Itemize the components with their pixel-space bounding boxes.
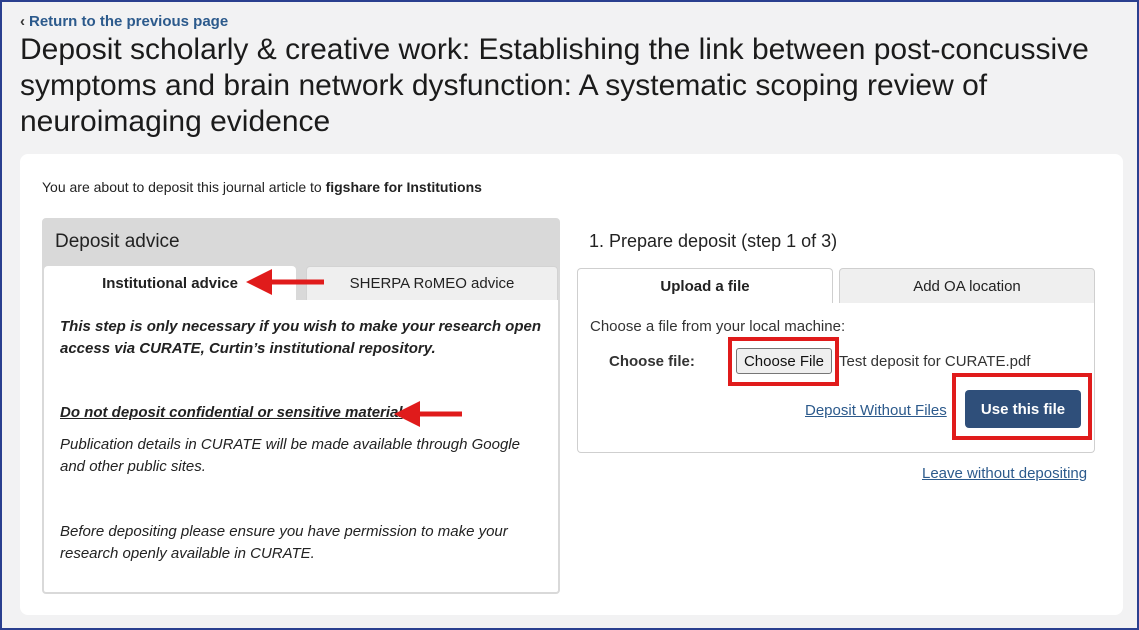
advice-paragraph-public: Publication details in CURATE will be ma… (60, 436, 520, 475)
advice-heading: Deposit advice (44, 220, 558, 268)
intro-prefix: You are about to deposit this journal ar… (42, 179, 326, 195)
page-title: Deposit scholarly & creative work: Estab… (20, 33, 1089, 138)
advice-paragraph-open-access: This step is only necessary if you wish … (60, 318, 542, 357)
highlight-choose-file (728, 337, 839, 386)
intro-text: You are about to deposit this journal ar… (42, 179, 482, 195)
selected-file-name: Test deposit for CURATE.pdf (839, 353, 1031, 370)
tab-add-oa-location[interactable]: Add OA location (839, 268, 1095, 304)
arrow-left-icon (246, 269, 324, 295)
leave-without-depositing-link[interactable]: Leave without depositing (922, 465, 1087, 482)
chevron-left-icon: ‹ (20, 13, 25, 30)
prepare-deposit-title: 1. Prepare deposit (step 1 of 3) (589, 231, 838, 251)
back-link[interactable]: ‹ Return to the previous page (20, 13, 228, 30)
intro-target: figshare for Institutions (325, 179, 482, 195)
advice-paragraph-confidential: Do not deposit confidential or sensitive… (60, 404, 403, 421)
deposit-without-files-link[interactable]: Deposit Without Files (805, 402, 947, 419)
tab-upload-a-file[interactable]: Upload a file (577, 268, 833, 304)
back-link-label: Return to the previous page (29, 13, 229, 30)
upload-instruction: Choose a file from your local machine: (590, 318, 846, 335)
tab-sherpa-romeo-advice[interactable]: SHERPA RoMEO advice (306, 266, 558, 300)
arrow-left-icon (394, 401, 462, 427)
advice-paragraph-permission: Before depositing please ensure you have… (60, 523, 508, 562)
highlight-use-this-file (952, 373, 1092, 440)
choose-file-label: Choose file: (609, 353, 695, 370)
upload-tabs: Upload a file Add OA location (577, 268, 1095, 304)
